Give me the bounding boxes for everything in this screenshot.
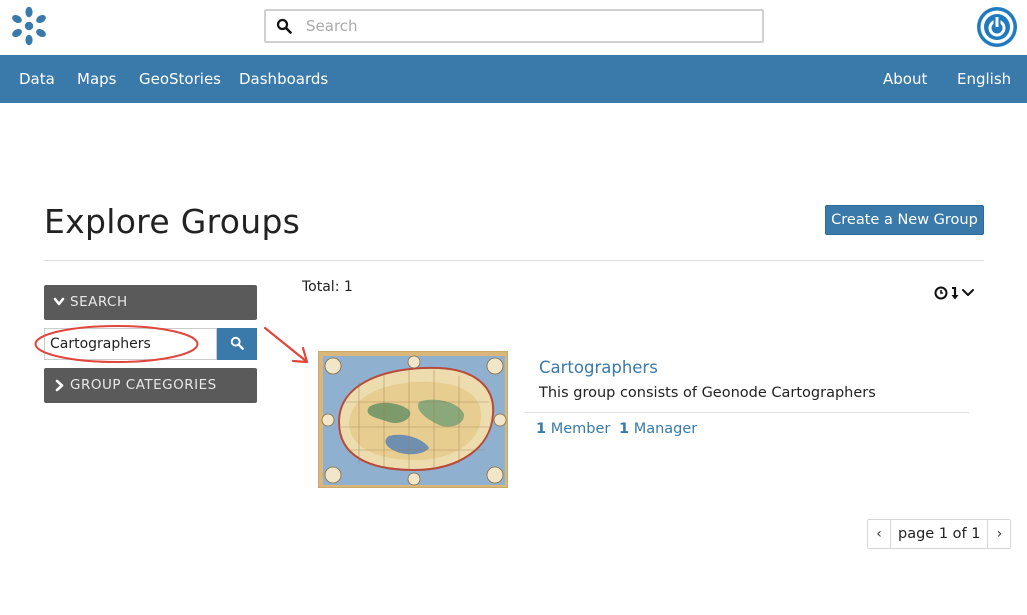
search-icon [276, 18, 292, 34]
global-search-input[interactable] [306, 15, 746, 37]
global-search[interactable] [264, 9, 764, 43]
nav-dashboards[interactable]: Dashboards [239, 70, 328, 88]
search-panel-label: SEARCH [70, 294, 128, 310]
nav-geostories[interactable]: GeoStories [139, 70, 221, 88]
page-title: Explore Groups [44, 202, 301, 241]
group-categories-header[interactable]: GROUP CATEGORIES [44, 368, 257, 403]
search-panel-header[interactable]: SEARCH [44, 285, 257, 320]
geonode-logo-icon[interactable] [10, 6, 48, 46]
results-total: Total: 1 [302, 279, 353, 295]
sort-down-icon [951, 287, 959, 300]
sort-dropdown[interactable] [934, 284, 976, 302]
chevron-right-icon [55, 379, 64, 392]
nav-language[interactable]: English [957, 70, 1011, 88]
group-search-button[interactable] [217, 328, 257, 360]
group-search [44, 328, 257, 360]
group-managers-link[interactable]: 1 Manager [619, 421, 697, 437]
chevron-down-icon [962, 289, 974, 296]
group-categories-label: GROUP CATEGORIES [70, 377, 217, 393]
power-icon[interactable] [976, 6, 1018, 48]
group-search-field[interactable] [44, 328, 217, 360]
group-search-input[interactable] [50, 330, 210, 358]
group-members-link[interactable]: 1 Member [536, 421, 610, 437]
chevron-down-icon [53, 297, 65, 306]
prev-page-button[interactable]: ‹ [868, 520, 890, 548]
members-label: Member [550, 421, 611, 437]
ptolemy-map-image [319, 352, 507, 487]
nav-data[interactable]: Data [19, 70, 55, 88]
search-icon [230, 336, 244, 350]
group-description: This group consists of Geonode Cartograp… [539, 385, 876, 401]
page-info: page 1 of 1 [890, 520, 989, 548]
managers-label: Manager [633, 421, 698, 437]
nav-maps[interactable]: Maps [77, 70, 116, 88]
members-count: 1 [536, 421, 547, 437]
pagination: ‹ page 1 of 1 › [867, 519, 1012, 549]
main-nav: Data Maps GeoStories Dashboards About En… [0, 55, 1027, 103]
clock-icon [934, 286, 948, 300]
managers-count: 1 [619, 421, 630, 437]
create-group-button[interactable]: Create a New Group [825, 205, 984, 235]
header-divider [44, 260, 984, 261]
group-title-link[interactable]: Cartographers [539, 358, 658, 377]
annotation-arrow [263, 326, 309, 364]
top-bar [0, 0, 1027, 55]
group-thumbnail[interactable] [318, 351, 508, 488]
nav-about[interactable]: About [883, 70, 927, 88]
next-page-button[interactable]: › [988, 520, 1010, 548]
group-divider [524, 412, 969, 413]
